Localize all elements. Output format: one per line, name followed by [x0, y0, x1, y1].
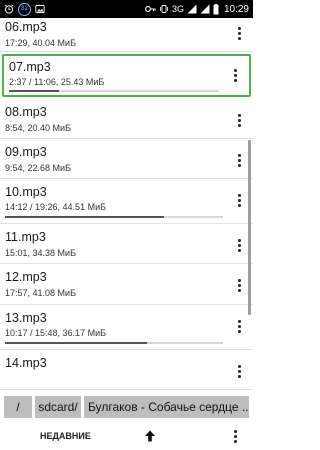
track-name: 12.mp3 — [5, 270, 47, 284]
gallery-icon — [35, 4, 45, 14]
track-info: 9:54, 22.68 МиБ — [5, 163, 71, 173]
track-menu-button[interactable] — [233, 114, 245, 127]
track-name: 11.mp3 — [5, 230, 46, 244]
key-icon — [145, 5, 156, 13]
scrollbar[interactable] — [248, 140, 251, 315]
alarm-clock-icon — [4, 4, 14, 14]
recent-button[interactable]: НЕДАВНИЕ — [40, 431, 91, 441]
track-name: 14.mp3 — [5, 356, 47, 370]
list-item[interactable]: 13.mp3 10:17 / 15:48, 36.17 МиБ — [0, 305, 253, 350]
track-menu-button[interactable] — [233, 27, 245, 40]
track-name: 06.mp3 — [5, 20, 47, 34]
list-item[interactable]: 10.mp3 14:12 / 19:26, 44.51 МиБ — [0, 179, 253, 224]
arrow-up-icon[interactable] — [143, 429, 157, 443]
track-info: 15:01, 34.38 МиБ — [5, 248, 76, 258]
overflow-menu-icon[interactable] — [234, 429, 237, 443]
breadcrumb-sdcard[interactable]: sdcard/ — [35, 396, 81, 418]
breadcrumb-folder[interactable]: Булгаков - Собачье сердце .../ — [84, 396, 249, 418]
track-menu-button[interactable] — [233, 239, 245, 252]
list-item[interactable]: 12.mp3 17:57, 41.08 МиБ — [0, 264, 253, 305]
progress-bar — [5, 342, 223, 344]
battery-icon — [213, 3, 219, 15]
track-info: 17:57, 41.08 МиБ — [5, 288, 76, 298]
progress-bar — [5, 216, 223, 218]
list-item[interactable]: 14.mp3 — [0, 350, 253, 390]
track-name: 13.mp3 — [5, 311, 47, 325]
notification-badge: 82 — [18, 2, 31, 16]
progress-fill — [5, 342, 147, 344]
track-name: 09.mp3 — [5, 145, 47, 159]
vibrate-icon — [159, 4, 169, 14]
track-info: 14:12 / 19:26, 44.51 МиБ — [5, 202, 106, 212]
list-item[interactable]: 09.mp3 9:54, 22.68 МиБ — [0, 139, 253, 179]
track-name: 10.mp3 — [5, 185, 47, 199]
bottom-bar: НЕДАВНИЕ — [0, 422, 253, 450]
breadcrumb-folder-label: Булгаков - Собачье сердце ... — [88, 400, 249, 414]
track-menu-button[interactable] — [233, 279, 245, 292]
track-menu-button[interactable] — [229, 69, 241, 82]
track-menu-button[interactable] — [233, 154, 245, 167]
status-bar: 82 3G 10:29 — [0, 0, 253, 18]
track-menu-button[interactable] — [233, 365, 245, 378]
list-item[interactable]: 11.mp3 15:01, 34.38 МиБ — [0, 224, 253, 264]
track-info: 17:29, 40.04 МиБ — [5, 38, 76, 48]
track-info: 2:37 / 11:06, 25.43 МиБ — [9, 77, 105, 87]
breadcrumb: / sdcard/ Булгаков - Собачье сердце .../ — [0, 396, 253, 420]
progress-bar — [9, 90, 219, 92]
list-item[interactable]: 06.mp3 17:29, 40.04 МиБ — [0, 18, 253, 52]
clock-time: 10:29 — [223, 3, 249, 15]
track-name: 08.mp3 — [5, 105, 47, 119]
progress-fill — [9, 90, 60, 92]
track-name: 07.mp3 — [9, 60, 51, 74]
signal-icon-2 — [200, 4, 210, 14]
track-list[interactable]: 06.mp3 17:29, 40.04 МиБ 07.mp3 2:37 / 11… — [0, 18, 253, 394]
list-item[interactable]: 08.mp3 8:54, 20.40 МиБ — [0, 99, 253, 139]
progress-fill — [5, 216, 165, 218]
track-menu-button[interactable] — [233, 320, 245, 333]
signal-icon — [187, 4, 197, 14]
breadcrumb-root[interactable]: / — [4, 396, 32, 418]
track-menu-button[interactable] — [233, 194, 245, 207]
track-info: 8:54, 20.40 МиБ — [5, 123, 71, 133]
list-item[interactable]: 07.mp3 2:37 / 11:06, 25.43 МиБ — [2, 54, 251, 97]
network-type: 3G — [171, 4, 184, 14]
track-info: 10:17 / 15:48, 36.17 МиБ — [5, 328, 106, 338]
